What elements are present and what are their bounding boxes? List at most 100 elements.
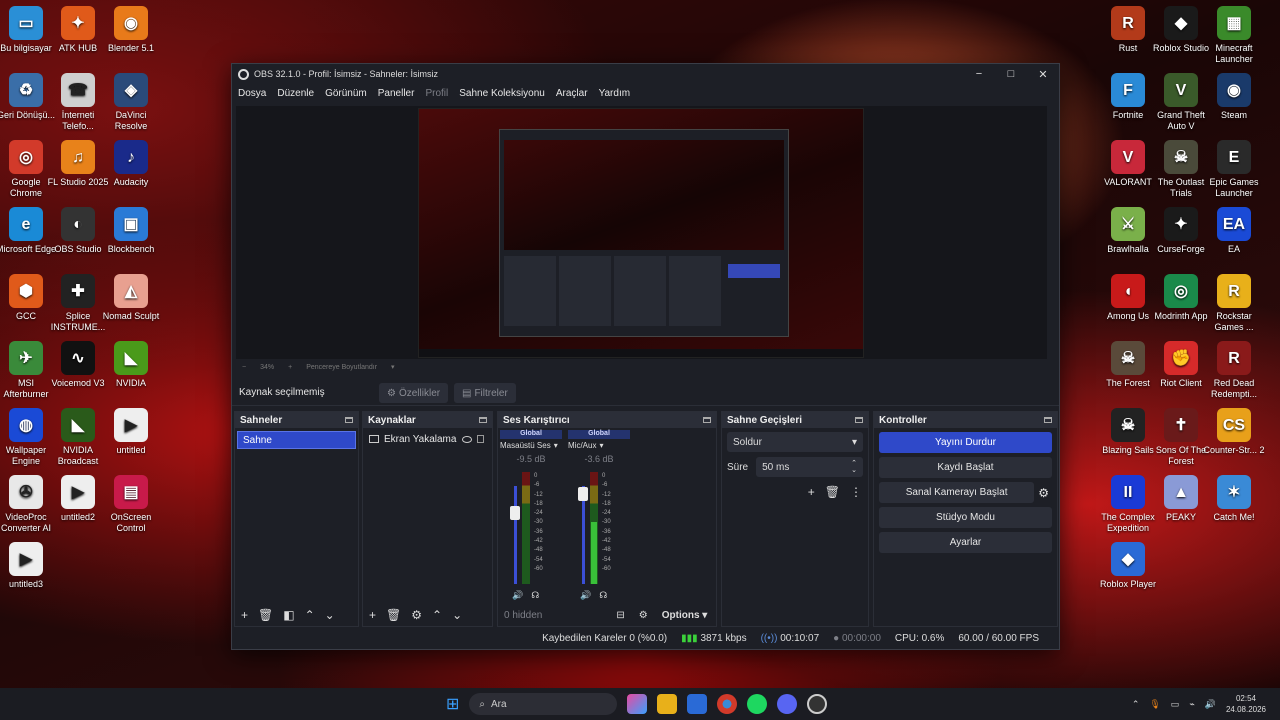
undock-icon[interactable] (855, 417, 863, 423)
zoom-out-button[interactable]: − (242, 364, 246, 371)
move-down-icon[interactable]: ⌄ (452, 608, 462, 622)
undock-icon[interactable] (479, 417, 487, 423)
add-icon[interactable]: + (369, 608, 376, 622)
close-button[interactable]: ✕ (1027, 68, 1059, 81)
undock-icon[interactable] (703, 417, 711, 423)
eye-icon[interactable] (462, 435, 472, 443)
settings-button[interactable]: Ayarlar (879, 532, 1052, 553)
desktop-icon[interactable]: CS Counter-Str... 2 (1203, 408, 1265, 456)
volume-icon[interactable]: 🔊 (512, 590, 523, 601)
display-icon[interactable]: ▭ (1171, 699, 1180, 710)
desktop-icon[interactable]: ◭ Nomad Sculpt (100, 274, 162, 322)
headphones-icon[interactable]: ☊ (599, 590, 607, 601)
chevron-up-icon[interactable]: ⌃ (1132, 699, 1140, 710)
obs-titlebar[interactable]: OBS 32.1.0 - Profil: İsimsiz - Sahneler:… (232, 64, 1059, 84)
filters-label: Filtreler (474, 387, 508, 399)
spin-arrows-icon[interactable]: ⌃ ⌄ (851, 460, 857, 474)
menu-dosya[interactable]: Dosya (238, 88, 266, 99)
desktop-icon[interactable]: ◆ Roblox Player (1097, 542, 1159, 590)
add-icon[interactable]: + (241, 608, 248, 622)
desktop-icon[interactable]: ▤ OnScreen Control (100, 475, 162, 534)
chevron-down-icon[interactable]: ▾ (554, 441, 558, 450)
obs-taskbar-icon[interactable] (807, 694, 828, 714)
menu-gorunum[interactable]: Görünüm (325, 88, 367, 99)
desktop-icon[interactable]: ◈ DaVinci Resolve (100, 73, 162, 132)
headphones-icon[interactable]: ☊ (531, 590, 539, 601)
options-button[interactable]: Options ▾ (662, 610, 708, 621)
add-icon[interactable]: + (808, 485, 815, 499)
meter-tick-label: -36 (602, 528, 611, 535)
chevron-down-icon[interactable]: ▾ (391, 363, 395, 371)
desktop-icon[interactable]: ▶ untitled (100, 408, 162, 456)
studio-mode-button[interactable]: Stüdyo Modu (879, 507, 1052, 528)
move-up-icon[interactable]: ⌃ (432, 608, 442, 622)
start-recording-button[interactable]: Kaydı Başlat (879, 457, 1052, 478)
filter-icon[interactable]: ◧ (283, 608, 294, 622)
volume-slider-track[interactable] (514, 486, 517, 584)
gear-icon[interactable]: ⚙ (1038, 486, 1049, 500)
meter-tick-label: -24 (534, 510, 543, 517)
layout-icon[interactable]: ⊟ (616, 610, 624, 621)
taskbar-search[interactable]: ⌕ Ara (469, 693, 618, 715)
desktop-icon[interactable]: EA EA (1203, 207, 1265, 255)
desktop-icon[interactable]: R Rockstar Games ... (1203, 274, 1265, 333)
zoom-level: 34% (260, 363, 275, 371)
phone-link-icon: ☎ (61, 73, 95, 107)
undock-icon[interactable] (1044, 417, 1052, 423)
desktop-icon[interactable]: ♪ Audacity (100, 140, 162, 188)
discord-icon[interactable] (777, 694, 798, 714)
desktop-icon[interactable]: ◉ Steam (1203, 73, 1265, 121)
store-icon[interactable] (687, 694, 708, 714)
file-explorer-icon[interactable] (657, 694, 678, 714)
clock[interactable]: 02:54 24.08.2026 (1226, 693, 1266, 715)
trash-icon[interactable]: 🗑 (386, 608, 401, 622)
chrome-icon[interactable] (717, 694, 738, 714)
move-up-icon[interactable]: ⌃ (305, 608, 315, 622)
desktop-icon[interactable]: E Epic Games Launcher (1203, 140, 1265, 199)
menu-profil[interactable]: Profil (425, 88, 448, 99)
menu-duzenle[interactable]: Düzenle (277, 88, 314, 99)
copilot-icon[interactable] (627, 694, 648, 714)
desktop-icon[interactable]: R Red Dead Redempti... (1203, 341, 1265, 400)
transition-select[interactable]: Soldur ▾ (727, 432, 863, 452)
network-icon[interactable]: ⌁ (1189, 699, 1194, 710)
gear-icon[interactable]: ⚙ (411, 608, 422, 622)
desktop-icon[interactable]: ◉ Blender 5.1 (100, 6, 162, 54)
desktop-icon[interactable]: ▦ Minecraft Launcher (1203, 6, 1265, 65)
chevron-down-icon[interactable]: ▾ (599, 441, 603, 450)
microphone-icon[interactable]: 🎙 (1149, 699, 1160, 710)
properties-button[interactable]: ⚙ Özellikler (379, 383, 449, 403)
menu-yardim[interactable]: Yardım (599, 88, 631, 99)
fit-to-window-label[interactable]: Pencereye Boyutlandır (306, 364, 377, 371)
stop-streaming-button[interactable]: Yayını Durdur (879, 432, 1052, 453)
filters-button[interactable]: ▤ Filtreler (454, 383, 516, 403)
duration-spinbox[interactable]: 50 ms ⌃ ⌄ (756, 457, 863, 477)
windows-start-icon[interactable]: ⊞ (446, 694, 459, 714)
trash-icon[interactable]: 🗑 (825, 485, 840, 499)
desktop-icon[interactable]: ▶ untitled3 (0, 542, 57, 590)
scene-item[interactable]: Sahne (237, 431, 356, 449)
zoom-in-button[interactable]: + (288, 364, 292, 371)
desktop-icon[interactable]: ✶ Catch Me! (1203, 475, 1265, 523)
desktop-icon[interactable]: ▣ Blockbench (100, 207, 162, 255)
menu-araclar[interactable]: Araçlar (556, 88, 588, 99)
volume-icon[interactable]: 🔊 (1205, 699, 1216, 710)
minimize-button[interactable]: − (963, 68, 995, 80)
start-virtual-camera-button[interactable]: Sanal Kamerayı Başlat (879, 482, 1035, 503)
more-icon[interactable]: ⋮ (850, 485, 862, 499)
volume-icon[interactable]: 🔊 (580, 590, 591, 601)
volume-slider-handle[interactable] (578, 486, 588, 501)
menu-paneller[interactable]: Paneller (378, 88, 415, 99)
volume-slider-handle[interactable] (510, 506, 520, 521)
menu-sahne-koleksiyonu[interactable]: Sahne Koleksiyonu (459, 88, 545, 99)
move-down-icon[interactable]: ⌄ (325, 608, 335, 622)
undock-icon[interactable] (345, 417, 353, 423)
spotify-icon[interactable] (747, 694, 768, 714)
maximize-button[interactable]: □ (995, 68, 1027, 80)
source-item[interactable]: Ekran Yakalama (369, 431, 488, 447)
gear-icon[interactable]: ⚙ (639, 610, 648, 621)
trash-icon[interactable]: 🗑 (258, 608, 273, 622)
preview-canvas[interactable] (236, 106, 1047, 359)
desktop-icon[interactable]: ◣ NVIDIA (100, 341, 162, 389)
lock-icon[interactable] (477, 435, 484, 443)
